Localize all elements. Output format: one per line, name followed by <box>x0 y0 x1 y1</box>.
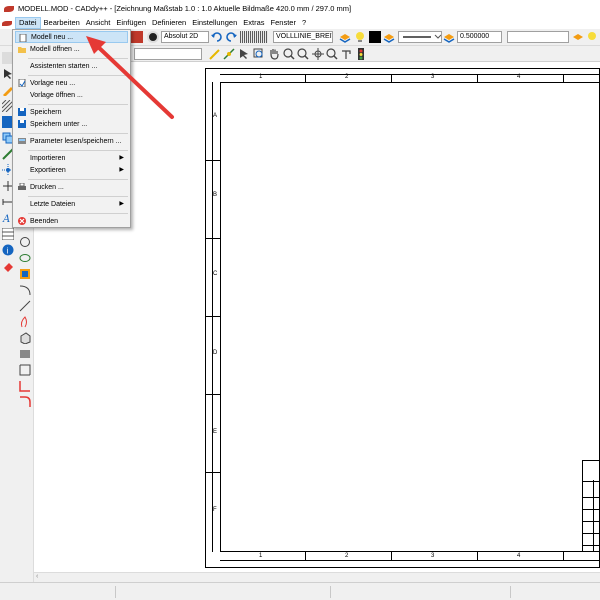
annotation-arrow <box>86 36 174 119</box>
